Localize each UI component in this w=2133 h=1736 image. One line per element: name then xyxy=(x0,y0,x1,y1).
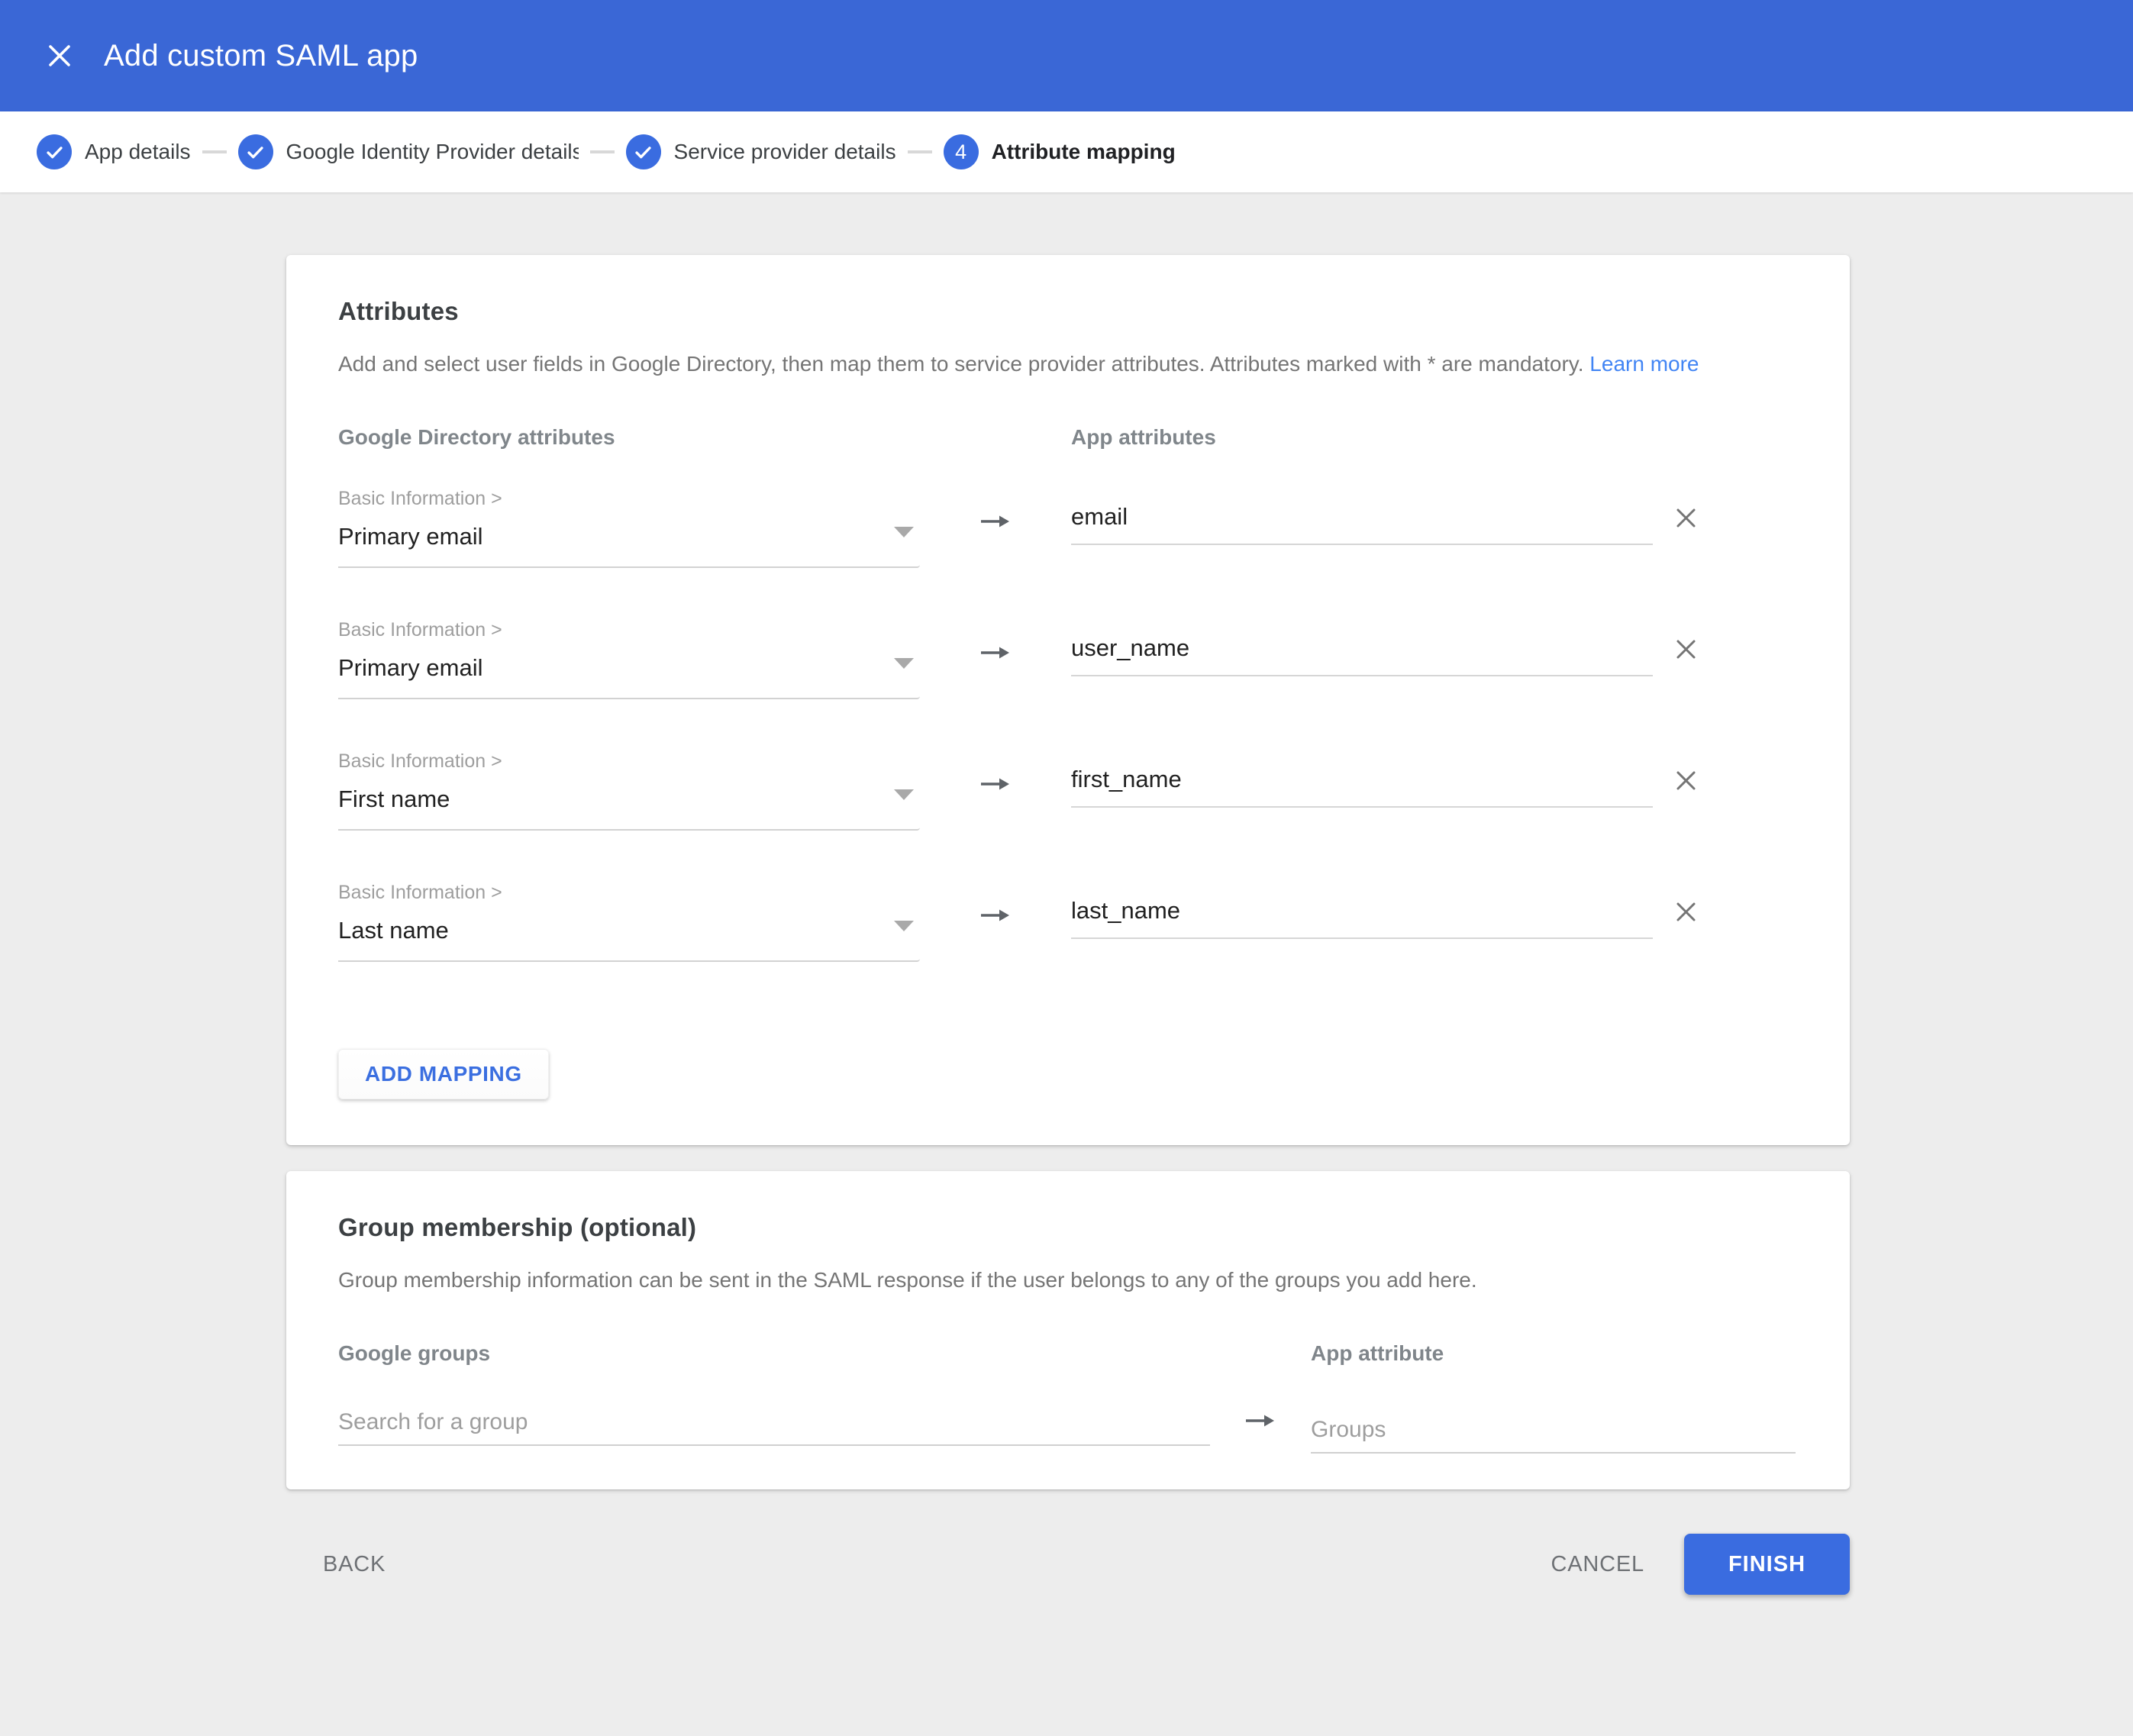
remove-mapping-icon[interactable] xyxy=(1674,506,1698,530)
step-label: Service provider details xyxy=(674,140,896,164)
step-attribute-mapping[interactable]: 4 Attribute mapping xyxy=(944,134,1176,169)
app-attribute-cell xyxy=(1071,750,1653,831)
mapping-row: Basic Information > First name xyxy=(338,750,1799,831)
app-attribute-cell xyxy=(1071,618,1653,699)
attributes-card-title: Attributes xyxy=(338,298,1799,325)
group-membership-description: Group membership information can be sent… xyxy=(338,1269,1799,1292)
step-label: Google Identity Provider details xyxy=(286,140,579,164)
attributes-card-description: Add and select user fields in Google Dir… xyxy=(338,353,1799,376)
directory-attribute-select[interactable]: Primary email xyxy=(338,516,920,568)
app-attribute-header: App attribute xyxy=(1311,1342,1796,1365)
step-service-provider-details[interactable]: Service provider details xyxy=(626,134,896,169)
learn-more-link[interactable]: Learn more xyxy=(1589,352,1699,376)
step-complete-check-icon xyxy=(238,134,273,169)
groups-attribute-input[interactable] xyxy=(1311,1415,1796,1454)
step-connector xyxy=(590,150,615,153)
mapping-row: Basic Information > Primary email xyxy=(338,487,1799,568)
app-attribute-input[interactable] xyxy=(1071,499,1653,545)
dialog-header: Add custom SAML app xyxy=(0,0,2133,111)
dialog-title: Add custom SAML app xyxy=(104,39,418,73)
step-app-details[interactable]: App details xyxy=(37,134,191,169)
step-label: App details xyxy=(85,140,191,164)
group-membership-title: Group membership (optional) xyxy=(338,1214,1799,1241)
remove-cell xyxy=(1653,487,1799,568)
step-complete-check-icon xyxy=(37,134,72,169)
remove-mapping-icon[interactable] xyxy=(1674,900,1698,924)
app-attribute-cell xyxy=(1071,487,1653,568)
remove-mapping-icon[interactable] xyxy=(1674,769,1698,792)
directory-attribute-cell: Basic Information > Last name xyxy=(338,881,920,962)
attributes-card: Attributes Add and select user fields in… xyxy=(286,255,1850,1145)
app-attribute-cell xyxy=(1311,1408,1796,1454)
group-search-input[interactable] xyxy=(338,1408,1210,1446)
dropdown-arrow-icon xyxy=(894,789,914,800)
back-button[interactable]: BACK xyxy=(323,1552,386,1577)
directory-attribute-category: Basic Information > xyxy=(338,618,920,641)
step-connector xyxy=(202,150,227,153)
mapping-row: Basic Information > Primary email xyxy=(338,618,1799,699)
remove-cell xyxy=(1653,750,1799,831)
directory-attribute-category: Basic Information > xyxy=(338,487,920,510)
app-attribute-input[interactable] xyxy=(1071,762,1653,808)
maps-to-arrow-icon xyxy=(920,618,1071,699)
google-groups-cell xyxy=(338,1408,1210,1454)
step-connector xyxy=(908,150,932,153)
directory-attribute-select[interactable]: Primary email xyxy=(338,647,920,699)
dropdown-arrow-icon xyxy=(894,921,914,931)
mapping-column-headers: Google Directory attributes App attribut… xyxy=(338,426,1799,449)
directory-attribute-category: Basic Information > xyxy=(338,750,920,773)
app-attribute-cell xyxy=(1071,881,1653,962)
maps-to-arrow-icon xyxy=(920,487,1071,568)
app-attribute-input[interactable] xyxy=(1071,893,1653,939)
close-icon[interactable] xyxy=(43,39,76,73)
directory-attribute-select[interactable]: First name xyxy=(338,779,920,831)
add-mapping-button[interactable]: ADD MAPPING xyxy=(338,1049,549,1099)
directory-attribute-value: Primary email xyxy=(338,523,482,550)
group-column-headers: Google groups App attribute xyxy=(338,1342,1799,1365)
directory-attribute-category: Basic Information > xyxy=(338,881,920,904)
google-groups-header: Google groups xyxy=(338,1342,1210,1365)
dropdown-arrow-icon xyxy=(894,527,914,537)
directory-attribute-select[interactable]: Last name xyxy=(338,910,920,962)
google-directory-attributes-header: Google Directory attributes xyxy=(338,426,920,449)
finish-button[interactable]: FINISH xyxy=(1684,1534,1850,1595)
directory-attribute-cell: Basic Information > Primary email xyxy=(338,618,920,699)
stepper: App details Google Identity Provider det… xyxy=(0,111,2133,192)
step-google-idp-details[interactable]: Google Identity Provider details xyxy=(238,134,579,169)
directory-attribute-cell: Basic Information > Primary email xyxy=(338,487,920,568)
directory-attribute-cell: Basic Information > First name xyxy=(338,750,920,831)
directory-attribute-value: First name xyxy=(338,786,450,812)
group-membership-card: Group membership (optional) Group member… xyxy=(286,1171,1850,1489)
remove-cell xyxy=(1653,618,1799,699)
step-label: Attribute mapping xyxy=(992,140,1176,164)
footer-actions: BACK CANCEL FINISH xyxy=(286,1534,1850,1595)
app-attribute-input[interactable] xyxy=(1071,631,1653,676)
dropdown-arrow-icon xyxy=(894,658,914,669)
remove-mapping-icon[interactable] xyxy=(1674,637,1698,661)
directory-attribute-value: Last name xyxy=(338,917,449,944)
group-mapping-row xyxy=(338,1408,1799,1454)
remove-cell xyxy=(1653,881,1799,962)
step-number-badge: 4 xyxy=(944,134,979,169)
app-attributes-header: App attributes xyxy=(1071,426,1653,449)
maps-to-arrow-icon xyxy=(920,750,1071,831)
step-complete-check-icon xyxy=(626,134,661,169)
directory-attribute-value: Primary email xyxy=(338,654,482,681)
cancel-button[interactable]: CANCEL xyxy=(1551,1552,1644,1577)
attributes-description-text: Add and select user fields in Google Dir… xyxy=(338,352,1584,376)
maps-to-arrow-icon xyxy=(920,881,1071,962)
mapping-row: Basic Information > Last name xyxy=(338,881,1799,962)
maps-to-arrow-icon xyxy=(1210,1408,1311,1454)
